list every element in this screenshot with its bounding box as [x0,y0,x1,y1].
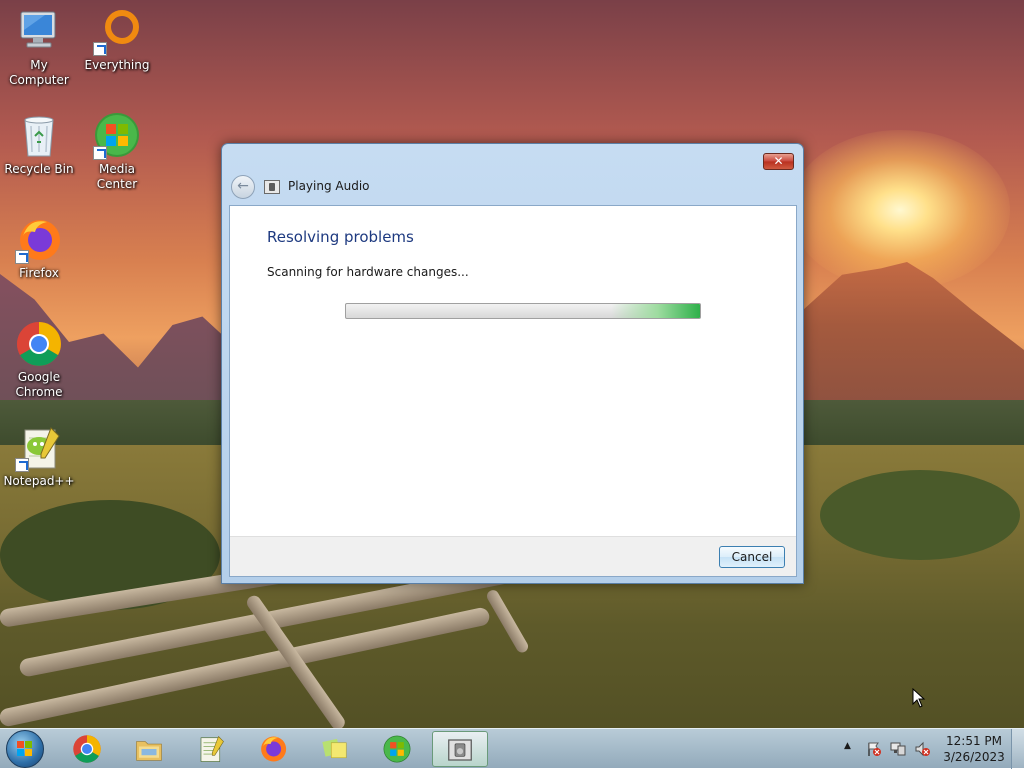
sticky-notes-icon [322,738,347,759]
back-button[interactable]: ← [231,175,255,199]
dialog-footer: Cancel [230,536,796,576]
desktop-icon-label: Everything [84,58,150,72]
desktop-icon-label: My Computer [9,58,69,87]
network-icon[interactable] [890,741,906,757]
wallpaper-bush [820,470,1020,560]
taskbar-item-chrome[interactable] [60,731,116,767]
desktop-icon-google-chrome[interactable]: Google Chrome [0,320,78,400]
action-center-flag-icon[interactable] [866,741,882,757]
desktop-icon-label: Firefox [19,266,59,280]
windows-logo-icon [383,735,411,763]
firefox-icon [15,216,63,264]
start-button[interactable] [6,730,44,768]
window-title: Playing Audio [288,179,370,193]
search-ring-icon [93,8,141,56]
chrome-icon [73,735,101,763]
troubleshooter-icon [448,739,472,761]
show-desktop-button[interactable] [1011,729,1024,769]
desktop-icon-recycle-bin[interactable]: Recycle Bin [0,112,78,177]
taskbar-item-firefox[interactable] [246,731,302,767]
taskbar: ▲ 12:51 PM 3/26/2023 [0,728,1024,769]
desktop-icon-label: Media Center [96,162,138,191]
taskbar-item-file-explorer[interactable] [122,731,178,767]
windows-logo-icon [17,741,33,757]
notepad-plus-plus-icon [15,424,63,472]
close-button[interactable]: ✕ [763,153,794,170]
progress-bar [345,303,701,319]
taskbar-item-sticky-notes[interactable] [308,731,364,767]
clock-date[interactable]: 3/26/2023 [934,750,1014,764]
firefox-icon [261,736,287,762]
taskbar-item-troubleshooter[interactable] [432,731,488,767]
desktop-icon-label: Google Chrome [15,370,63,399]
windows-logo-icon [93,112,141,160]
clock-time[interactable]: 12:51 PM [934,734,1014,748]
taskbar-item-notepad-plus-plus[interactable] [184,731,240,767]
desktop-icon-label: Notepad++ [3,474,75,488]
recycle-bin-icon [15,112,63,160]
desktop-icon-my-computer[interactable]: My Computer [0,8,78,88]
troubleshooter-window: ✕ ← Playing Audio Resolving problems Sca… [221,143,804,584]
dialog-content: Resolving problems Scanning for hardware… [229,205,797,577]
mouse-cursor-icon [912,688,926,708]
shortcut-arrow-icon [93,146,107,160]
chrome-icon [15,320,63,368]
desktop-icon-notepad-plus-plus[interactable]: Notepad++ [0,424,78,489]
desktop-icon-everything[interactable]: Everything [78,8,156,73]
status-text: Scanning for hardware changes... [267,265,469,279]
shortcut-arrow-icon [15,458,29,472]
shortcut-arrow-icon [15,250,29,264]
desktop-icon-label: Recycle Bin [4,162,74,176]
folder-icon [136,741,162,761]
shortcut-arrow-icon [93,42,107,56]
cancel-button[interactable]: Cancel [719,546,785,568]
taskbar-item-media-center[interactable] [370,731,426,767]
volume-muted-icon[interactable] [914,741,930,757]
desktop-icon-media-center[interactable]: Media Center [78,112,156,192]
progress-fill [346,304,700,318]
speaker-icon [264,180,280,194]
page-heading: Resolving problems [267,228,414,246]
desktop-icon-firefox[interactable]: Firefox [0,216,78,281]
wallpaper-mountain-right [790,262,1024,422]
computer-icon [15,8,63,56]
show-hidden-icons-button[interactable]: ▲ [844,741,851,751]
notepad-plus-plus-icon [200,735,224,762]
